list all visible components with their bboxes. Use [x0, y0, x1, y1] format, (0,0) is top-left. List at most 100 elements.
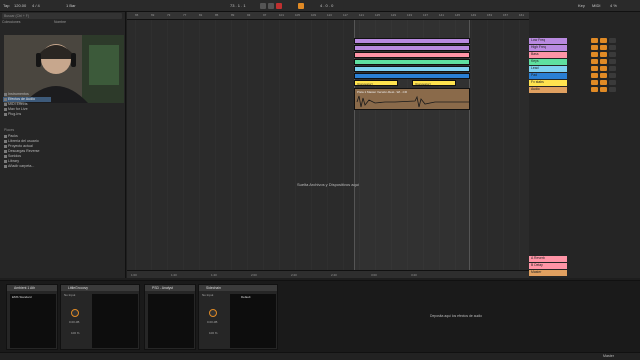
- track-activator-button[interactable]: [591, 80, 598, 85]
- sidechain-input[interactable]: No Input: [202, 293, 213, 297]
- stop-icon[interactable]: [268, 3, 274, 9]
- ruler-tick: 113: [327, 13, 332, 17]
- transport-bar: Tap 120.00 4 / 4 1 Bar 73 . 1 . 1 4 . 0 …: [0, 0, 640, 12]
- arm-button[interactable]: [609, 59, 616, 64]
- arm-button[interactable]: [609, 52, 616, 57]
- browser-panel: Buscar (Ctrl + F) Colecciones Nombre Ins…: [0, 12, 126, 278]
- track-activator-button[interactable]: [591, 73, 598, 78]
- clip-fx-1[interactable]: [Congestor]: [354, 80, 398, 86]
- solo-button[interactable]: [600, 45, 607, 50]
- key-map-button[interactable]: Key: [578, 3, 585, 8]
- track-header[interactable]: High Freq: [529, 45, 567, 51]
- device-chain-2[interactable]: LittleGrooovy No Input 0.00 dB 100 %: [60, 284, 140, 350]
- gain-knob[interactable]: [71, 309, 79, 317]
- arrangement-position[interactable]: 73 . 1 . 1: [230, 3, 246, 8]
- solo-button[interactable]: [600, 66, 607, 71]
- device-header[interactable]: Ambient 1 Ath: [7, 285, 57, 291]
- cpu-meter: 4 %: [610, 3, 617, 8]
- gain-knob[interactable]: [209, 309, 217, 317]
- audio-clip[interactable]: Pista 1 Master Versión-Rest...Wi...CR: [354, 88, 470, 110]
- track-header[interactable]: Lead: [529, 66, 567, 72]
- clip-lead[interactable]: [354, 66, 470, 72]
- ruler-tick: 137: [423, 13, 429, 17]
- time-tick: 1:20: [171, 273, 177, 277]
- ruler-tick: 129: [391, 13, 397, 17]
- device-header[interactable]: Sidechain: [199, 285, 277, 291]
- return-track-header[interactable]: B Delay: [529, 263, 567, 269]
- arrangement-view: 65 69 73 77 81 85 89 93 97 101 105 109 113 117 121 125 1…: [127, 12, 529, 278]
- solo-button[interactable]: [600, 87, 607, 92]
- preset-name[interactable]: Default: [241, 295, 251, 299]
- track-header[interactable]: Bass: [529, 52, 567, 58]
- grid-line: [327, 20, 328, 278]
- arm-button[interactable]: [609, 87, 616, 92]
- track-activator-button[interactable]: [591, 52, 598, 57]
- item-label: Instrumentos: [8, 92, 29, 96]
- arm-button[interactable]: [609, 45, 616, 50]
- device-chain-4[interactable]: Sidechain No Input 0.00 dB 100 % Default: [198, 284, 278, 350]
- metronome-quantize[interactable]: 1 Bar: [66, 3, 76, 8]
- preset-name[interactable]: EMS Standard: [12, 295, 32, 299]
- track-header[interactable]: Pad: [529, 73, 567, 79]
- item-label: Efectos de Audio: [8, 97, 35, 101]
- loop-length[interactable]: 4 . 0 . 0: [320, 3, 333, 8]
- master-track-header[interactable]: Master: [529, 270, 567, 276]
- arm-button[interactable]: [609, 80, 616, 85]
- solo-button[interactable]: [600, 73, 607, 78]
- arm-button[interactable]: [609, 66, 616, 71]
- track-header[interactable]: Fx stabs: [529, 80, 567, 86]
- item-label: Añadir carpeta...: [8, 164, 35, 168]
- return-track-header[interactable]: A Reverb: [529, 256, 567, 262]
- device-header[interactable]: PSD - Analyst: [145, 285, 195, 291]
- play-icon[interactable]: [260, 3, 266, 9]
- clip-pad[interactable]: [354, 73, 470, 79]
- clip-keys[interactable]: [354, 59, 470, 65]
- track-header[interactable]: Keys: [529, 59, 567, 65]
- solo-button[interactable]: [600, 80, 607, 85]
- solo-button[interactable]: [600, 38, 607, 43]
- tempo-field[interactable]: 120.00: [14, 3, 26, 8]
- browser-item-plugins[interactable]: Plug-Ins: [4, 112, 21, 117]
- track-activator-button[interactable]: [591, 66, 598, 71]
- effect-icon: [4, 97, 7, 101]
- ruler-tick: 145: [455, 13, 461, 17]
- time-ruler[interactable]: 1:00 1:20 1:40 2:00 2:20 2:40 3:00 3:20: [127, 270, 529, 278]
- sidechain-input[interactable]: No Input: [64, 293, 75, 297]
- track-activator-button[interactable]: [591, 38, 598, 43]
- drop-files-hint: Suelta Archivos y Dispositivos aquí: [297, 182, 360, 187]
- device-header[interactable]: LittleGrooovy: [61, 285, 139, 291]
- solo-button[interactable]: [600, 59, 607, 64]
- gain-value: 0.00 dB: [207, 320, 218, 324]
- time-signature[interactable]: 4 / 4: [32, 3, 40, 8]
- ruler-tick: 121: [359, 13, 365, 17]
- track-activator-button[interactable]: [591, 45, 598, 50]
- ruler-tick: 117: [343, 13, 348, 17]
- track-header[interactable]: Low Freq: [529, 38, 567, 44]
- clip-bass[interactable]: [354, 52, 470, 58]
- record-icon[interactable]: [276, 3, 282, 9]
- max-icon: [4, 107, 7, 111]
- midi-map-button[interactable]: MIDI: [592, 3, 600, 8]
- ruler-tick: 97: [263, 13, 267, 17]
- time-tick: 2:40: [331, 273, 337, 277]
- beat-ruler[interactable]: 65 69 73 77 81 85 89 93 97 101 105 109 113 117 121 125 1…: [127, 12, 529, 20]
- loop-icon[interactable]: [298, 3, 304, 9]
- search-input[interactable]: Buscar (Ctrl + F): [2, 13, 122, 19]
- time-tick: 1:40: [211, 273, 217, 277]
- device-chain-3[interactable]: PSD - Analyst: [144, 284, 196, 350]
- track-mixer: Low Freq High Freq Bass Keys Lead Pad Fx stabs…: [529, 12, 640, 278]
- device-chain-1[interactable]: Ambient 1 Ath EMS Standard: [6, 284, 58, 350]
- place-add-folder[interactable]: Añadir carpeta...: [4, 164, 34, 169]
- solo-button[interactable]: [600, 52, 607, 57]
- arm-button[interactable]: [609, 38, 616, 43]
- track-activator-button[interactable]: [591, 59, 598, 64]
- clip-fx-2[interactable]: [Congestor]: [412, 80, 456, 86]
- tap-button[interactable]: Tap: [3, 3, 9, 8]
- grid-line: [519, 20, 520, 278]
- track-activator-button[interactable]: [591, 87, 598, 92]
- track-header[interactable]: Audio: [529, 87, 567, 93]
- arm-button[interactable]: [609, 73, 616, 78]
- clip-high-freq[interactable]: [354, 45, 470, 51]
- device-view: Ambient 1 Ath EMS Standard LittleGrooovy…: [0, 280, 640, 352]
- clip-low-freq[interactable]: [354, 38, 470, 44]
